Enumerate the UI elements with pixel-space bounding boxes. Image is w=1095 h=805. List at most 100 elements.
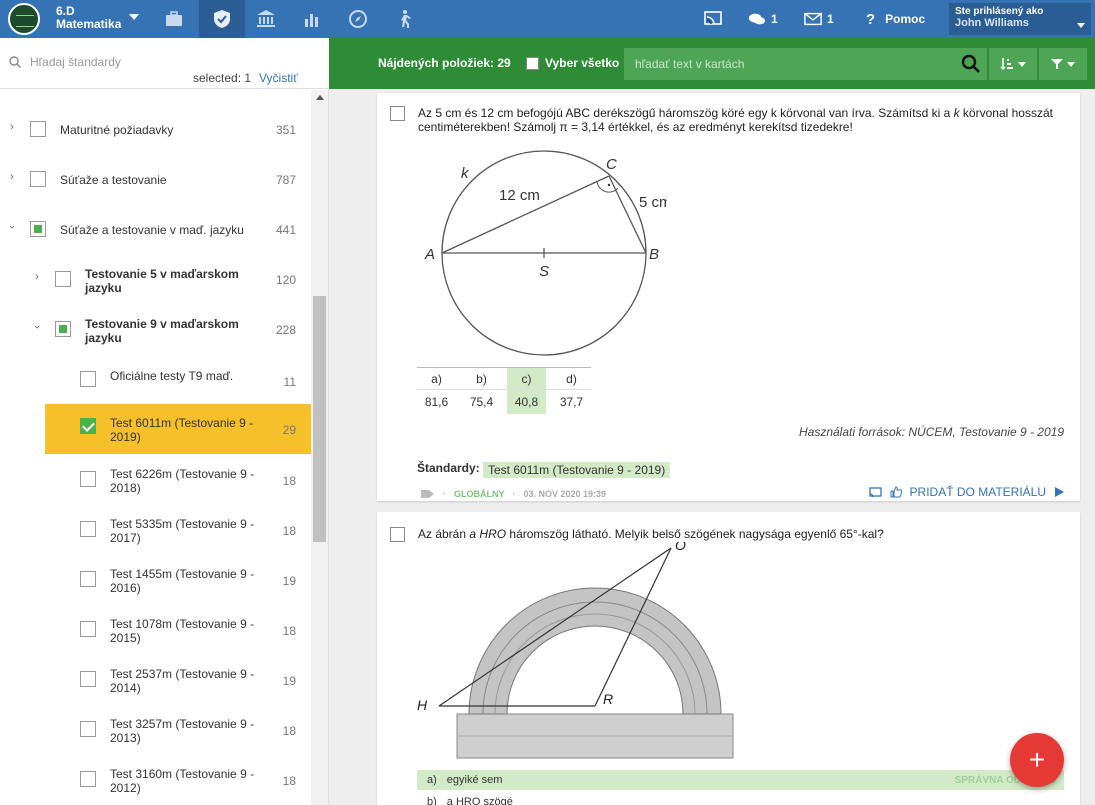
tree-item-selected[interactable]: Test 6011m (Testovanie 9 - 2019) 29	[45, 404, 311, 454]
answers-table: a) b) c) d) 81,6 75,4 40,8 37,7	[417, 367, 591, 414]
tree-checkbox[interactable]	[80, 671, 96, 687]
tree-item-count: 18	[282, 624, 296, 638]
tree-checkbox[interactable]	[80, 771, 96, 787]
select-all-label[interactable]: Vyber všetko	[545, 56, 619, 70]
answer-text: a HRO szögé	[446, 796, 513, 805]
circle-triangle-figure: k 12 cm 5 cm A B C S	[424, 150, 667, 356]
shield-icon[interactable]	[199, 0, 245, 38]
briefcase-icon[interactable]	[151, 0, 197, 38]
tree-checkbox[interactable]	[55, 321, 71, 337]
tree-item[interactable]: Oficiálne testy T9 maď. 11	[0, 354, 311, 404]
tree-item-label: Testovanie 9 v maďarskom jazyku	[85, 317, 239, 345]
tree-checkbox[interactable]	[80, 521, 96, 537]
tree-item-label: Maturitné požiadavky	[60, 123, 174, 137]
cast-button[interactable]	[704, 0, 722, 38]
user-menu[interactable]: Ste prihlásený ako John Williams	[949, 3, 1091, 35]
tree-checkbox[interactable]	[80, 471, 96, 487]
chevron-down-icon[interactable]: ›	[31, 322, 43, 332]
question-text-part: háromszög látható. Melyik belső szögének…	[506, 527, 884, 541]
standard-tag[interactable]: Test 6011m (Testovanie 9 - 2019)	[483, 462, 671, 478]
filter-icon	[1051, 59, 1063, 69]
tree-item-label: Test 6226m (Testovanie 9 - 2018)	[110, 467, 255, 495]
search-icon[interactable]	[961, 54, 981, 74]
tree-item-label: Test 3160m (Testovanie 9 - 2012)	[110, 767, 255, 795]
tree-item[interactable]: Test 1078m (Testovanie 9 - 2015) 18	[0, 604, 311, 654]
standards-label: Štandardy:	[417, 461, 480, 475]
tree-item[interactable]: › Testovanie 9 v maďarskom jazyku 228	[0, 304, 311, 354]
tree-item[interactable]: Test 3160m (Testovanie 9 - 2012) 18	[0, 754, 311, 804]
tree-item[interactable]: Test 1455m (Testovanie 9 - 2016) 19	[0, 554, 311, 604]
tree-item-label: Test 1455m (Testovanie 9 - 2016)	[110, 567, 255, 595]
tree-item-count: 29	[282, 423, 296, 437]
scroll-thumb[interactable]	[313, 296, 326, 542]
tree-checkbox[interactable]	[80, 721, 96, 737]
fig-label-s: S	[539, 263, 549, 280]
answer-value: 37,7	[552, 389, 591, 414]
class-avatar[interactable]	[8, 3, 40, 35]
answer-label: a)	[417, 367, 456, 390]
tree-item-label: Oficiálne testy T9 maď.	[110, 369, 234, 383]
card-search-input[interactable]	[624, 48, 944, 80]
chevron-right-icon[interactable]: ›	[7, 172, 17, 183]
fig-label-r: R	[603, 691, 613, 707]
tree-item[interactable]: Test 6226m (Testovanie 9 - 2018) 18	[0, 454, 311, 504]
tree-checkbox[interactable]	[80, 621, 96, 637]
tree-item[interactable]: Test 3257m (Testovanie 9 - 2013) 18	[0, 704, 311, 754]
tree-scrollbar[interactable]	[311, 90, 328, 805]
tree-checkbox[interactable]	[30, 121, 46, 137]
bar-chart-icon[interactable]	[289, 0, 335, 38]
answer-label: b)	[462, 367, 501, 390]
scroll-up-arrow-icon[interactable]	[316, 95, 324, 100]
tree-item[interactable]: › Maturitné požiadavky 351	[0, 104, 311, 154]
tree-item-label: Test 2537m (Testovanie 9 - 2014)	[110, 667, 255, 695]
clear-selection-link[interactable]: Vyčistiť	[259, 71, 298, 85]
tree-item[interactable]: Test 2537m (Testovanie 9 - 2014) 19	[0, 654, 311, 704]
chevron-down-icon	[1067, 61, 1075, 67]
tree-checkbox[interactable]	[80, 371, 96, 387]
tree-checkbox[interactable]	[30, 221, 46, 237]
chevron-right-icon[interactable]: ›	[7, 122, 17, 133]
tree-item-count: 18	[282, 724, 296, 738]
thumbs-up-icon[interactable]	[890, 486, 902, 498]
help-button[interactable]: ? Pomoc	[866, 0, 925, 38]
tree-checkbox[interactable]	[30, 171, 46, 187]
chevron-right-icon[interactable]: ›	[32, 272, 42, 283]
standards-tree: › Maturitné požiadavky 351 › Súťaže a te…	[0, 90, 311, 805]
chat-count: 1	[771, 12, 778, 26]
chevron-down-icon	[1077, 23, 1085, 28]
select-all-checkbox[interactable]	[526, 57, 539, 70]
hiking-icon[interactable]	[381, 0, 427, 38]
play-icon[interactable]	[1054, 487, 1064, 497]
add-floating-button[interactable]: +	[1010, 733, 1064, 787]
tag-icon[interactable]	[421, 489, 435, 499]
answer-label-correct: c)	[507, 367, 546, 390]
card-date: 03. NOV 2020 19:39	[523, 489, 607, 499]
class-selector[interactable]: 6.D Matematika	[56, 5, 121, 31]
tree-checkbox-checked[interactable]	[80, 418, 96, 434]
help-label: Pomoc	[885, 12, 926, 26]
bank-icon[interactable]	[243, 0, 289, 38]
sort-button[interactable]	[989, 48, 1037, 80]
filter-button[interactable]	[1039, 48, 1087, 80]
card-checkbox[interactable]	[390, 527, 405, 542]
standards-search-input[interactable]	[30, 52, 290, 72]
tree-item[interactable]: Test 5335m (Testovanie 9 - 2017) 18	[0, 504, 311, 554]
question-text-part: Az ábrán	[418, 527, 470, 541]
standards-search-row: selected: 1 Vyčistiť	[0, 38, 329, 89]
tree-checkbox[interactable]	[80, 571, 96, 587]
chat-button[interactable]: 1	[748, 0, 778, 38]
scope-label: GLOBÁLNY	[454, 489, 505, 499]
question-text: Az ábrán a HRO háromszög látható. Melyik…	[418, 527, 1068, 541]
compass-icon[interactable]	[335, 0, 381, 38]
add-to-material-button[interactable]: PRIDAŤ DO MATERIÁLU	[910, 485, 1046, 499]
fig-label-ac: 12 cm	[499, 187, 540, 204]
chevron-down-icon[interactable]: ›	[6, 222, 18, 232]
cast-icon[interactable]	[868, 486, 882, 498]
tree-item[interactable]: › Súťaže a testovanie 787	[0, 154, 311, 204]
tree-checkbox[interactable]	[55, 271, 71, 287]
tree-item[interactable]: › Testovanie 5 v maďarskom jazyku 120	[0, 254, 311, 304]
messages-button[interactable]: 1	[804, 0, 834, 38]
chevron-down-icon[interactable]	[129, 14, 139, 20]
card-checkbox[interactable]	[390, 106, 405, 121]
tree-item[interactable]: › Súťaže a testovanie v maď. jazyku 441	[0, 204, 311, 254]
